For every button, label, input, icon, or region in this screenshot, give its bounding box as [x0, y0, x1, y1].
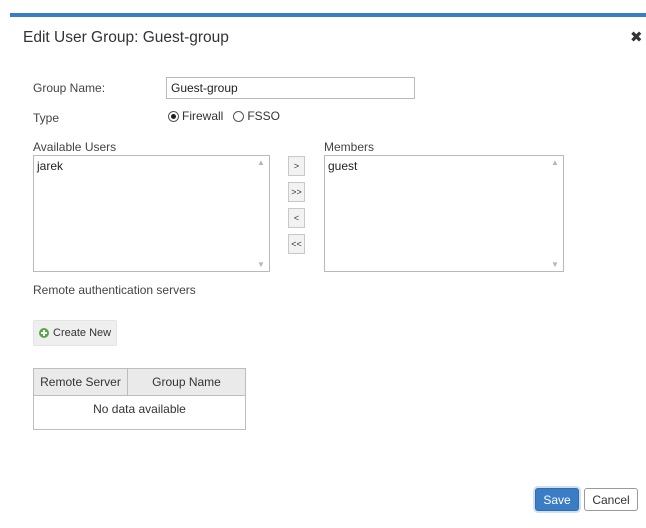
scrollbar[interactable]: ▲ ▼	[253, 156, 269, 271]
group-name-input[interactable]	[166, 77, 415, 99]
add-all-members-button[interactable]: >>	[288, 182, 305, 202]
type-radio-group: Firewall FSSO	[168, 109, 280, 123]
column-header-group-name[interactable]: Group Name	[128, 369, 245, 395]
list-item[interactable]: guest	[325, 156, 563, 173]
scroll-up-icon[interactable]: ▲	[256, 158, 266, 167]
close-icon[interactable]: ✖	[630, 28, 643, 46]
scroll-down-icon[interactable]: ▼	[256, 260, 266, 269]
save-button[interactable]: Save	[535, 488, 579, 511]
column-header-remote-server[interactable]: Remote Server	[34, 369, 128, 395]
remove-all-members-button[interactable]: <<	[288, 234, 305, 254]
create-new-label: Create New	[53, 327, 112, 339]
members-label: Members	[324, 140, 375, 154]
remove-member-button[interactable]: <	[288, 208, 305, 228]
empty-table-message: No data available	[93, 402, 186, 416]
plus-icon	[39, 328, 49, 338]
table-header: Remote Server Group Name	[34, 369, 245, 396]
dialog-title: Edit User Group: Guest-group	[23, 29, 229, 46]
scrollbar[interactable]: ▲ ▼	[547, 156, 563, 271]
cancel-button[interactable]: Cancel	[584, 488, 638, 511]
group-name-label: Group Name:	[33, 81, 106, 95]
scroll-down-icon[interactable]: ▼	[550, 260, 560, 269]
remote-servers-table: Remote Server Group Name No data availab…	[33, 368, 246, 430]
type-radio-fsso[interactable]	[233, 110, 245, 122]
available-users-label: Available Users	[33, 140, 117, 154]
type-label: Type	[33, 111, 60, 125]
add-member-button[interactable]: >	[288, 156, 305, 176]
dialog-top-accent-bar	[10, 13, 646, 17]
create-new-button[interactable]: Create New	[33, 320, 117, 346]
type-option-fsso-label[interactable]: FSSO	[247, 109, 280, 123]
available-users-list[interactable]: jarek ▲ ▼	[33, 155, 270, 272]
type-radio-firewall[interactable]	[168, 110, 179, 122]
members-list[interactable]: guest ▲ ▼	[324, 155, 564, 272]
scroll-up-icon[interactable]: ▲	[550, 158, 560, 167]
remote-auth-servers-label: Remote authentication servers	[33, 283, 196, 297]
type-option-firewall-label[interactable]: Firewall	[182, 109, 223, 123]
list-item[interactable]: jarek	[34, 156, 269, 173]
